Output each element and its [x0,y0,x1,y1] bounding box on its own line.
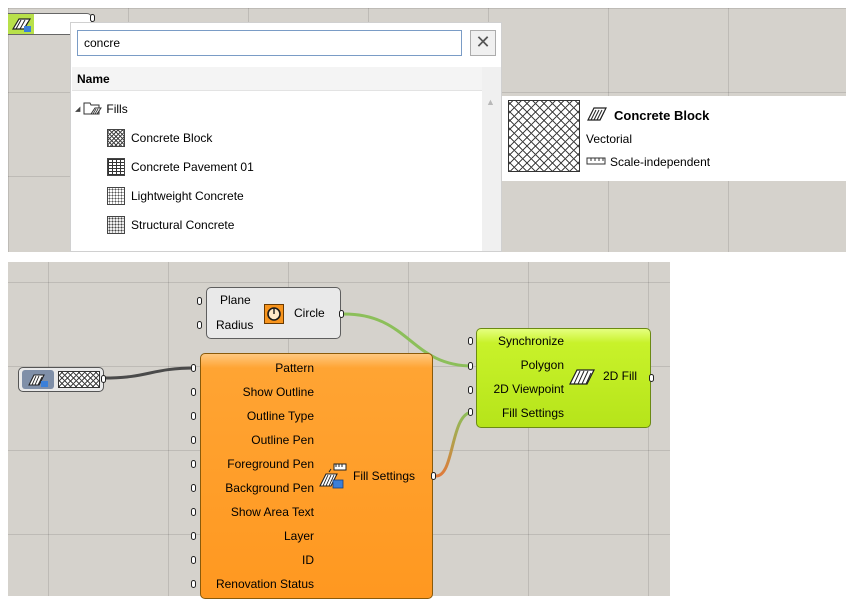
fill-2d-component[interactable]: Synchronize Polygon 2D Viewpoint Fill Se… [476,328,651,428]
output-grip-circle[interactable] [339,310,344,318]
input-outline-type[interactable]: Outline Type [247,409,314,423]
input-pattern[interactable]: Pattern [275,361,314,375]
input-id[interactable]: ID [302,553,314,567]
input-grip[interactable] [191,388,196,396]
fill-settings-icon [318,462,348,492]
input-renovation-status[interactable]: Renovation Status [216,577,314,591]
input-plane[interactable]: Plane [220,293,251,307]
input-radius[interactable]: Radius [216,318,253,332]
input-grip[interactable] [191,508,196,516]
pattern-param-output-grip[interactable] [101,375,106,383]
input-grip-polygon[interactable] [468,362,473,370]
input-layer[interactable]: Layer [284,529,314,543]
input-grip[interactable] [191,484,196,492]
input-grip-radius[interactable] [197,321,202,329]
input-grip-plane[interactable] [197,297,202,305]
input-grip[interactable] [191,580,196,588]
wire-fillsettings-to-2dfill [435,410,474,478]
input-polygon[interactable]: Polygon [521,358,564,372]
input-grip[interactable] [191,460,196,468]
fill-param-icon [22,370,54,389]
output-circle[interactable]: Circle [294,306,325,320]
input-foreground-pen[interactable]: Foreground Pen [227,457,314,471]
input-grip-fill-settings[interactable] [468,408,473,416]
output-grip-2d-fill[interactable] [649,374,654,382]
output-grip-fill-settings[interactable] [431,472,436,480]
input-grip[interactable] [191,436,196,444]
input-show-outline[interactable]: Show Outline [243,385,314,399]
input-grip[interactable] [191,364,196,372]
input-grip[interactable] [191,412,196,420]
fill-settings-component[interactable]: Pattern Show Outline Outline Type Outlin… [200,353,433,599]
output-2d-fill[interactable]: 2D Fill [603,369,637,383]
input-grip[interactable] [191,532,196,540]
input-synchronize[interactable]: Synchronize [498,334,564,348]
input-2d-viewpoint[interactable]: 2D Viewpoint [494,382,565,396]
input-outline-pen[interactable]: Outline Pen [251,433,314,447]
crosshatch-swatch-icon [58,371,100,388]
pattern-param[interactable] [18,367,104,392]
input-fill-settings[interactable]: Fill Settings [502,406,564,420]
input-background-pen[interactable]: Background Pen [225,481,314,495]
output-fill-settings[interactable]: Fill Settings [353,469,415,483]
input-grip-2d-viewpoint[interactable] [468,386,473,394]
input-grip[interactable] [191,556,196,564]
wire-pattern-to-fillsettings [103,366,197,380]
input-grip-synchronize[interactable] [468,337,473,345]
input-show-area-text[interactable]: Show Area Text [231,505,314,519]
fill-icon [568,368,596,386]
circle-component[interactable]: Plane Radius Circle [206,287,341,339]
circle-icon [264,304,284,324]
